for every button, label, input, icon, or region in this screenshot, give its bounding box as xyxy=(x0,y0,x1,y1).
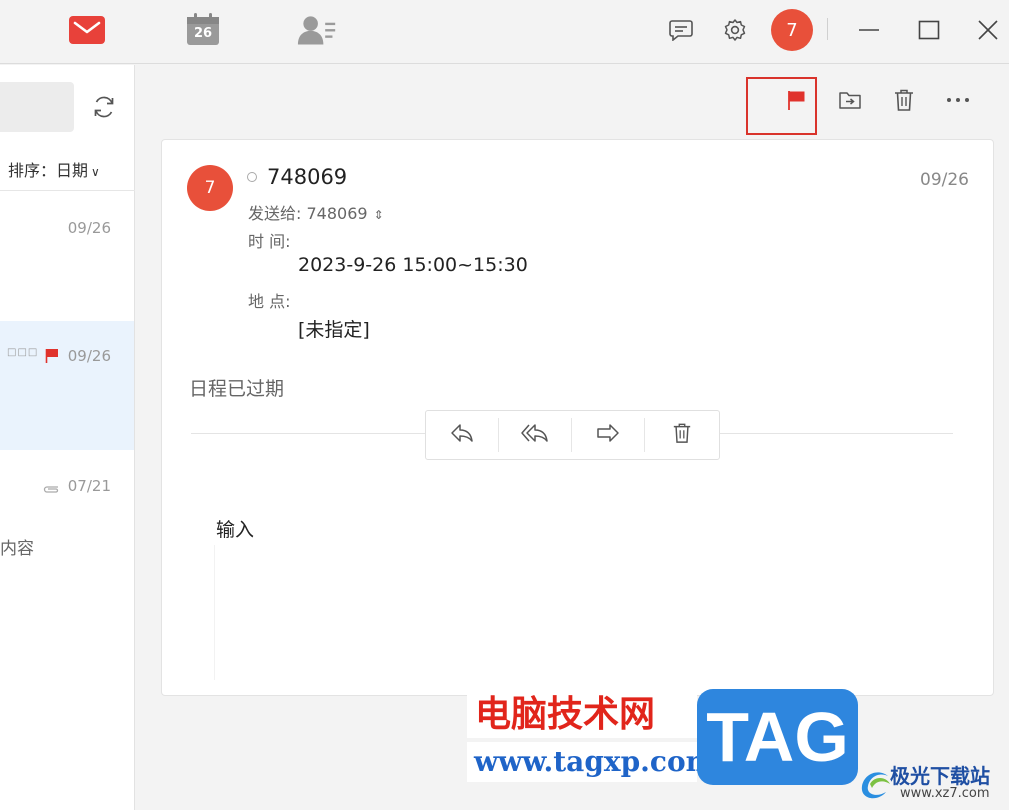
reply-all-icon xyxy=(521,422,549,448)
reply-button[interactable] xyxy=(426,418,499,452)
attachment-icon xyxy=(42,479,60,498)
mail-date: 09/26 xyxy=(67,219,111,237)
watermark-title: 电脑技术网 xyxy=(467,692,697,738)
status-icon: □□□ xyxy=(7,347,39,358)
reply-all-button[interactable] xyxy=(499,418,572,452)
message-date: 09/26 xyxy=(920,170,969,190)
location-label: 地 点: xyxy=(248,292,291,311)
mail-list-item-selected[interactable]: □□□ 09/26 xyxy=(0,321,134,450)
user-avatar[interactable]: 7 xyxy=(771,9,813,51)
watermark-site-name: 极光下载站 xyxy=(890,764,990,788)
sort-label: 排序：日期 xyxy=(8,161,89,180)
delete-icon xyxy=(672,422,692,448)
mail-list-item[interactable]: 09/26 xyxy=(0,191,134,321)
flag-icon[interactable] xyxy=(780,84,812,116)
flag-icon xyxy=(45,348,59,368)
forward-button[interactable] xyxy=(572,418,645,452)
search-input[interactable] xyxy=(0,82,74,132)
chat-icon[interactable] xyxy=(663,12,699,48)
schedule-expired-text: 日程已过期 xyxy=(189,378,285,400)
recipient-label: 发送给: 748069 xyxy=(248,204,368,223)
watermark-url: www.tagxp.com xyxy=(467,742,715,782)
mail-date: 09/26 xyxy=(67,347,111,365)
mail-preview: 内容 xyxy=(0,539,34,559)
forward-icon xyxy=(596,422,620,448)
body-divider xyxy=(214,545,215,680)
message-card: 7 748069 09/26 发送给: 748069 ⇕ 时 间: 2023-9-… xyxy=(161,139,994,696)
calendar-date: 26 xyxy=(193,26,213,41)
move-to-folder-icon[interactable] xyxy=(834,84,866,116)
minimize-icon[interactable] xyxy=(851,12,887,48)
time-label: 时 间: xyxy=(248,232,291,251)
delete-button[interactable] xyxy=(645,418,718,452)
titlebar-separator xyxy=(827,18,828,40)
calendar-icon[interactable]: 26 xyxy=(183,12,223,48)
maximize-icon[interactable] xyxy=(911,12,947,48)
refresh-icon[interactable] xyxy=(88,91,120,123)
message-action-bar xyxy=(425,410,720,460)
sender-name[interactable]: 748069 xyxy=(267,165,347,189)
delete-icon[interactable] xyxy=(888,84,920,116)
watermark-tag-logo: TAG xyxy=(697,689,858,785)
more-icon[interactable] xyxy=(942,84,974,116)
message-body: 输入 xyxy=(216,519,255,541)
mail-icon[interactable] xyxy=(67,12,107,48)
mail-list-item[interactable]: 07/21 内容 xyxy=(0,450,134,580)
status-dot-icon xyxy=(247,172,257,182)
sender-avatar: 7 xyxy=(187,165,233,211)
expand-recipients-icon[interactable]: ⇕ xyxy=(374,208,384,222)
gear-icon[interactable] xyxy=(717,12,753,48)
sort-dropdown[interactable]: 排序：日期 ∨ xyxy=(8,157,100,181)
watermark-site-logo: 极光下载站 www.xz7.com xyxy=(856,752,1009,810)
watermark-site-url: www.xz7.com xyxy=(900,786,990,801)
mail-list-pane: 排序：日期 ∨ 09/26 □□□ 09/26 07/21 内容 xyxy=(0,65,135,810)
location-value: [未指定] xyxy=(298,319,370,341)
chevron-down-icon: ∨ xyxy=(91,165,100,179)
title-bar: 26 7 xyxy=(0,0,1009,64)
close-icon[interactable] xyxy=(970,12,1006,48)
time-value: 2023-9-26 15:00~15:30 xyxy=(298,254,528,276)
recipient-row: 发送给: 748069 ⇕ xyxy=(248,200,384,224)
contacts-icon[interactable] xyxy=(297,12,337,48)
mail-date: 07/21 xyxy=(67,477,111,495)
reply-icon xyxy=(450,422,474,448)
